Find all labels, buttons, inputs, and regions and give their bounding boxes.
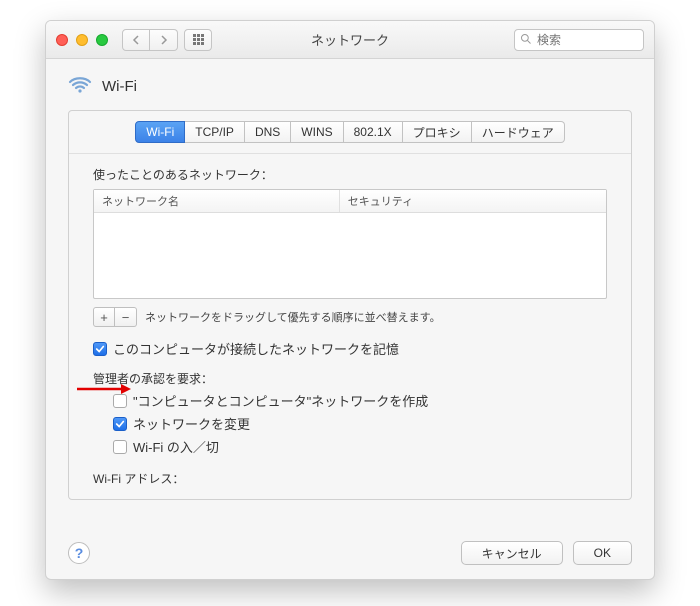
add-network-button[interactable]: + <box>93 307 115 327</box>
ok-button[interactable]: OK <box>573 541 632 565</box>
tab-hardware[interactable]: ハードウェア <box>472 121 565 143</box>
table-controls: + − ネットワークをドラッグして優先する順序に並べ替えます。 <box>93 307 607 327</box>
minimize-window-button[interactable] <box>76 34 88 46</box>
column-network-name[interactable]: ネットワーク名 <box>94 190 340 212</box>
column-security[interactable]: セキュリティ <box>340 190 606 212</box>
chevron-right-icon <box>160 35 168 45</box>
forward-button[interactable] <box>150 29 178 51</box>
admin-change-network-checkbox[interactable] <box>113 417 127 431</box>
search-input[interactable] <box>514 29 644 51</box>
cancel-button[interactable]: キャンセル <box>461 541 563 565</box>
page-title: Wi-Fi <box>102 78 137 95</box>
tab-wifi[interactable]: Wi-Fi <box>135 121 185 143</box>
remember-networks-label: このコンピュータが接続したネットワークを記憶 <box>113 339 399 358</box>
remember-networks-checkbox[interactable] <box>93 342 107 356</box>
preferred-networks-label: 使ったことのあるネットワーク： <box>93 166 607 183</box>
remember-networks-row: このコンピュータが接続したネットワークを記憶 <box>93 339 607 358</box>
admin-change-network-label: ネットワークを変更 <box>133 414 250 433</box>
wifi-address-label: Wi-Fi アドレス： <box>93 470 607 487</box>
tab-dns[interactable]: DNS <box>245 121 291 143</box>
preferred-networks-table[interactable]: ネットワーク名 セキュリティ <box>93 189 607 299</box>
tab-tcpip[interactable]: TCP/IP <box>185 121 245 143</box>
tab-wins[interactable]: WINS <box>291 121 343 143</box>
footer: ? キャンセル OK <box>68 541 632 565</box>
show-all-button[interactable] <box>184 29 212 51</box>
search-icon <box>520 33 532 45</box>
table-header: ネットワーク名 セキュリティ <box>94 190 606 213</box>
grid-icon <box>193 34 204 45</box>
tab-proxy[interactable]: プロキシ <box>403 121 472 143</box>
header-row: Wi-Fi <box>68 73 632 100</box>
admin-wifi-toggle-row: Wi-Fi の入／切 <box>113 437 607 456</box>
admin-options: "コンピュータとコンピュータ"ネットワークを作成 ネットワークを変更 Wi-Fi… <box>113 391 607 456</box>
close-window-button[interactable] <box>56 34 68 46</box>
zoom-window-button[interactable] <box>96 34 108 46</box>
settings-panel: Wi-Fi TCP/IP DNS WINS 802.1X プロキシ ハードウェア… <box>68 110 632 500</box>
nav-buttons <box>122 29 178 51</box>
wifi-icon <box>68 73 92 100</box>
admin-create-adhoc-row: "コンピュータとコンピュータ"ネットワークを作成 <box>113 391 607 410</box>
title-bar: ネットワーク <box>46 21 654 59</box>
tab-bar: Wi-Fi TCP/IP DNS WINS 802.1X プロキシ ハードウェア <box>69 111 631 154</box>
drag-hint: ネットワークをドラッグして優先する順序に並べ替えます。 <box>145 309 441 325</box>
admin-required-label: 管理者の承認を要求： <box>93 370 607 387</box>
search-wrap <box>514 29 644 51</box>
admin-wifi-toggle-checkbox[interactable] <box>113 440 127 454</box>
admin-change-network-row: ネットワークを変更 <box>113 414 607 433</box>
admin-wifi-toggle-label: Wi-Fi の入／切 <box>133 437 219 456</box>
back-button[interactable] <box>122 29 150 51</box>
traffic-lights <box>56 34 108 46</box>
admin-create-adhoc-label: "コンピュータとコンピュータ"ネットワークを作成 <box>133 391 428 410</box>
panel-inner: 使ったことのあるネットワーク： ネットワーク名 セキュリティ + − ネットワー… <box>69 154 631 499</box>
tab-8021x[interactable]: 802.1X <box>344 121 403 143</box>
help-button[interactable]: ? <box>68 542 90 564</box>
admin-create-adhoc-checkbox[interactable] <box>113 394 127 408</box>
remove-network-button[interactable]: − <box>115 307 137 327</box>
preferences-window: ネットワーク Wi-Fi Wi-F <box>45 20 655 580</box>
chevron-left-icon <box>132 35 140 45</box>
content-area: Wi-Fi Wi-Fi TCP/IP DNS WINS 802.1X プロキシ … <box>46 59 654 550</box>
